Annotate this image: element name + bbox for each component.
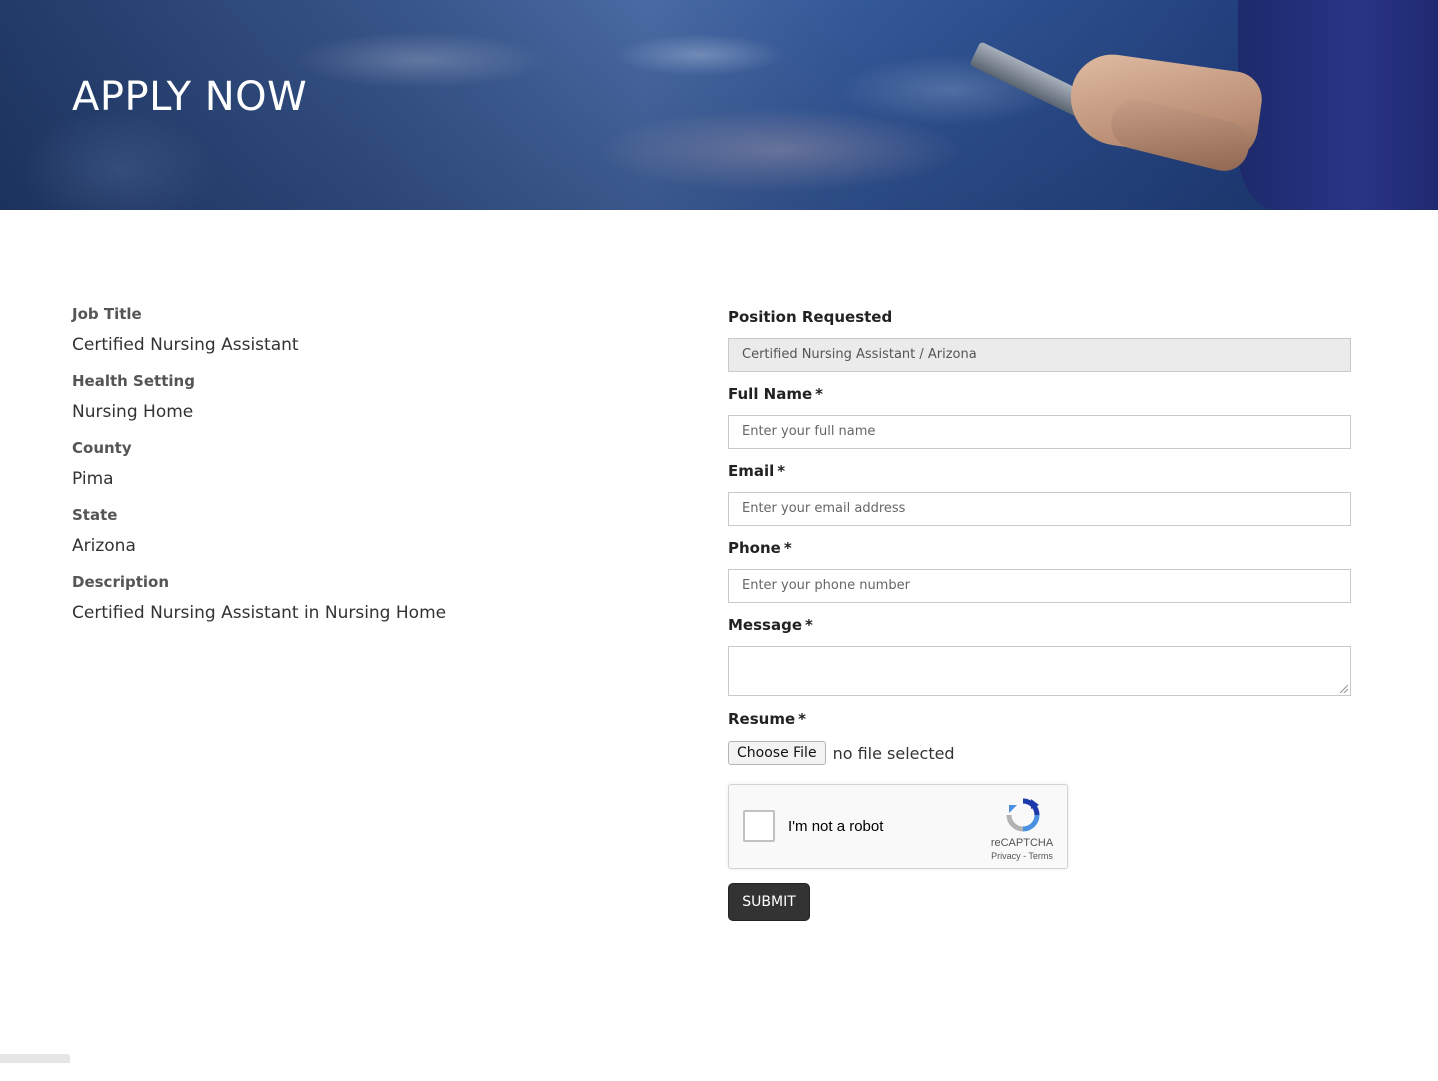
recaptcha-privacy-terms-link[interactable]: Privacy - Terms (979, 851, 1065, 861)
required-marker: * (798, 710, 806, 728)
description-value: Certified Nursing Assistant in Nursing H… (72, 603, 447, 623)
full-name-input[interactable]: Enter your full name (728, 415, 1351, 449)
phone-label: Phone * (728, 537, 1351, 559)
resume-file-input: Choose File no file selected (728, 740, 1351, 766)
hero-banner: APPLY NOW (0, 0, 1438, 210)
corner-tab[interactable] (0, 1054, 70, 1063)
recaptcha-label: I'm not a robot (788, 818, 884, 835)
message-label: Message * (728, 614, 1351, 636)
phone-input[interactable]: Enter your phone number (728, 569, 1351, 603)
full-name-label-text: Full Name (728, 385, 813, 403)
required-marker: * (783, 539, 792, 557)
recaptcha-checkbox[interactable] (743, 810, 775, 842)
email-label: Email * (728, 460, 1351, 482)
resize-handle-icon[interactable] (1340, 685, 1348, 693)
email-input[interactable]: Enter your email address (728, 492, 1351, 526)
job-details: Job Title Certified Nursing Assistant He… (72, 303, 672, 638)
message-label-text: Message (728, 616, 802, 634)
application-form: Position Requested Certified Nursing Ass… (728, 306, 1351, 921)
required-marker: * (815, 385, 824, 403)
county-label: County (72, 439, 132, 457)
page-title: APPLY NOW (72, 74, 308, 120)
recaptcha-brand: reCAPTCHA (990, 837, 1054, 849)
county-value: Pima (72, 469, 114, 489)
required-marker: * (777, 462, 786, 480)
position-label: Position Requested (728, 306, 1351, 328)
choose-file-button[interactable]: Choose File (728, 741, 826, 765)
recaptcha-widget: I'm not a robot reCAPTCHA Privacy - Term… (728, 784, 1068, 869)
phone-label-text: Phone (728, 539, 781, 557)
resume-label: Resume * (728, 708, 1351, 730)
file-status: no file selected (832, 743, 955, 763)
job-title-value: Certified Nursing Assistant (72, 335, 299, 355)
description-label: Description (72, 573, 170, 591)
hero-image-arm (1238, 0, 1438, 210)
email-label-text: Email (728, 462, 775, 480)
recaptcha-icon (1006, 798, 1040, 832)
full-name-label: Full Name * (728, 383, 1351, 405)
health-setting-label: Health Setting (72, 372, 195, 390)
position-field: Certified Nursing Assistant / Arizona (728, 338, 1351, 372)
job-title-label: Job Title (72, 305, 142, 323)
resume-label-text: Resume (728, 710, 796, 728)
health-setting-value: Nursing Home (72, 402, 194, 422)
required-marker: * (805, 616, 813, 634)
position-label-text: Position Requested (728, 308, 893, 326)
submit-button[interactable]: SUBMIT (728, 883, 810, 921)
message-textarea[interactable] (728, 646, 1351, 696)
state-value: Arizona (72, 536, 136, 556)
state-label: State (72, 506, 118, 524)
